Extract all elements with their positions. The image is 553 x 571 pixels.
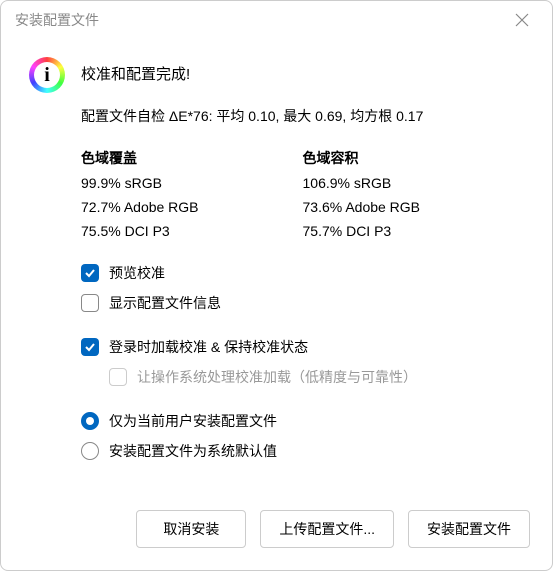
gamut-coverage-srgb: 99.9% sRGB bbox=[81, 172, 303, 196]
checkbox-preview[interactable]: 预览校准 bbox=[81, 263, 524, 283]
checkbox-icon bbox=[81, 264, 99, 282]
install-button[interactable]: 安装配置文件 bbox=[408, 510, 530, 548]
titlebar: 安装配置文件 bbox=[1, 1, 552, 39]
radio-install-user[interactable]: 仅为当前用户安装配置文件 bbox=[81, 411, 524, 431]
gamut-coverage-heading: 色域覆盖 bbox=[81, 148, 303, 168]
radio-icon bbox=[81, 412, 99, 430]
footer: 取消安装 上传配置文件... 安装配置文件 bbox=[1, 492, 552, 570]
gamut-volume-srgb: 106.9% sRGB bbox=[303, 172, 525, 196]
close-button[interactable] bbox=[504, 6, 540, 34]
gamut-coverage-adobergb: 72.7% Adobe RGB bbox=[81, 196, 303, 220]
content-area: i 校准和配置完成! 配置文件自检 ΔE*76: 平均 0.10, 最大 0.6… bbox=[1, 39, 552, 492]
checkbox-show-info-label: 显示配置文件信息 bbox=[109, 293, 221, 313]
checkbox-os-handle-label: 让操作系统处理校准加载（低精度与可靠性） bbox=[137, 367, 417, 387]
checkbox-load-keep-label: 登录时加载校准 & 保持校准状态 bbox=[109, 337, 308, 357]
main-column: 校准和配置完成! 配置文件自检 ΔE*76: 平均 0.10, 最大 0.69,… bbox=[81, 57, 524, 492]
checkbox-icon bbox=[81, 294, 99, 312]
gamut-section: 色域覆盖 99.9% sRGB 72.7% Adobe RGB 75.5% DC… bbox=[81, 148, 524, 243]
checkbox-show-info[interactable]: 显示配置文件信息 bbox=[81, 293, 524, 313]
upload-button[interactable]: 上传配置文件... bbox=[260, 510, 394, 548]
close-icon bbox=[515, 13, 529, 27]
radio-install-system[interactable]: 安装配置文件为系统默认值 bbox=[81, 441, 524, 461]
radio-install-system-label: 安装配置文件为系统默认值 bbox=[109, 441, 277, 461]
checkbox-load-keep[interactable]: 登录时加载校准 & 保持校准状态 bbox=[81, 337, 524, 357]
window-title: 安装配置文件 bbox=[15, 10, 99, 30]
checkbox-icon bbox=[81, 338, 99, 356]
checkbox-os-handle: 让操作系统处理校准加载（低精度与可靠性） bbox=[109, 367, 524, 387]
gamut-coverage-dcip3: 75.5% DCI P3 bbox=[81, 220, 303, 244]
gamut-coverage-col: 色域覆盖 99.9% sRGB 72.7% Adobe RGB 75.5% DC… bbox=[81, 148, 303, 243]
gamut-volume-col: 色域容积 106.9% sRGB 73.6% Adobe RGB 75.7% D… bbox=[303, 148, 525, 243]
cancel-button[interactable]: 取消安装 bbox=[136, 510, 246, 548]
info-icon: i bbox=[29, 57, 65, 93]
gamut-volume-dcip3: 75.7% DCI P3 bbox=[303, 220, 525, 244]
heading: 校准和配置完成! bbox=[81, 63, 524, 84]
radio-icon bbox=[81, 442, 99, 460]
gamut-volume-heading: 色域容积 bbox=[303, 148, 525, 168]
radio-install-user-label: 仅为当前用户安装配置文件 bbox=[109, 411, 277, 431]
dialog-window: 安装配置文件 i 校准和配置完成! 配置文件自检 ΔE*76: 平均 0.10,… bbox=[0, 0, 553, 571]
checkbox-icon bbox=[109, 368, 127, 386]
self-check-line: 配置文件自检 ΔE*76: 平均 0.10, 最大 0.69, 均方根 0.17 bbox=[81, 106, 524, 126]
icon-column: i bbox=[29, 57, 81, 492]
gamut-volume-adobergb: 73.6% Adobe RGB bbox=[303, 196, 525, 220]
checkbox-preview-label: 预览校准 bbox=[109, 263, 165, 283]
